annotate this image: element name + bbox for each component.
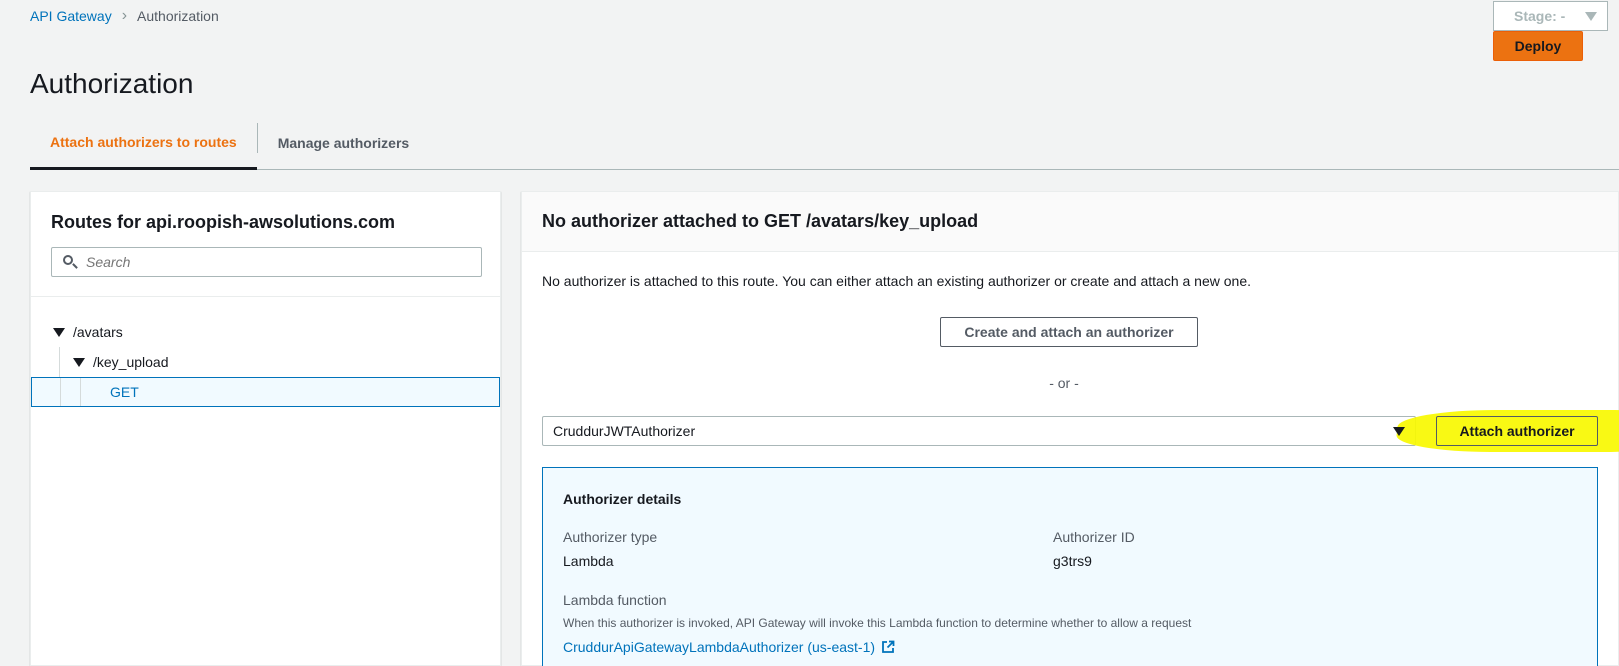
routes-panel-header: Routes for api.roopish-awsolutions.com: [31, 192, 500, 297]
authorizer-type-value: Lambda: [563, 553, 614, 569]
authorizer-select[interactable]: CruddurJWTAuthorizer: [542, 416, 1416, 446]
authorizer-description: No authorizer is attached to this route.…: [542, 273, 1251, 289]
routes-panel: Routes for api.roopish-awsolutions.com /…: [30, 191, 501, 666]
authorizer-select-value: CruddurJWTAuthorizer: [553, 423, 696, 439]
page-title: Authorization: [30, 68, 194, 99]
routes-tree: /avatars /key_upload GET: [31, 297, 500, 407]
lambda-function-label: Lambda function: [563, 592, 667, 608]
caret-down-icon: [1393, 426, 1405, 436]
chevron-right-icon: ›: [121, 7, 128, 24]
or-separator: - or -: [1049, 375, 1079, 391]
external-link-icon[interactable]: [881, 640, 895, 654]
authorizer-details-box: Authorizer details Authorizer type Lambd…: [542, 467, 1598, 666]
authorizer-panel-title: No authorizer attached to GET /avatars/k…: [542, 211, 979, 231]
routes-title: Routes for api.roopish-awsolutions.com: [51, 212, 396, 232]
search-input[interactable]: [86, 254, 466, 270]
authorizer-id-value: g3trs9: [1053, 553, 1092, 569]
tree-item-label: /avatars: [73, 324, 123, 340]
deploy-button[interactable]: Deploy: [1493, 31, 1583, 61]
breadcrumb: API Gateway › Authorization: [30, 7, 219, 25]
caret-down-icon: [1585, 11, 1597, 21]
attach-authorizer-button[interactable]: Attach authorizer: [1436, 416, 1598, 446]
tab-manage-authorizers[interactable]: Manage authorizers: [258, 116, 429, 170]
stage-select-label: Stage: -: [1514, 8, 1566, 24]
routes-search[interactable]: [51, 247, 482, 277]
authorizer-type-label: Authorizer type: [563, 529, 658, 545]
tree-item-get[interactable]: GET: [31, 377, 500, 407]
tree-item-key-upload[interactable]: /key_upload: [31, 347, 500, 377]
authorizer-panel-header: No authorizer attached to GET /avatars/k…: [522, 192, 1618, 252]
authorizer-details-title: Authorizer details: [563, 491, 682, 507]
lambda-function-link[interactable]: CruddurApiGatewayLambdaAuthorizer (us-ea…: [563, 639, 895, 655]
stage-select[interactable]: Stage: -: [1493, 1, 1608, 31]
lambda-function-link-text[interactable]: CruddurApiGatewayLambdaAuthorizer (us-ea…: [563, 639, 875, 655]
search-icon: [62, 254, 78, 270]
authorizer-id-label: Authorizer ID: [1053, 529, 1135, 545]
tree-item-label: /key_upload: [93, 354, 169, 370]
create-authorizer-button[interactable]: Create and attach an authorizer: [940, 317, 1198, 347]
tree-item-label: GET: [110, 384, 139, 400]
lambda-function-hint: When this authorizer is invoked, API Gat…: [563, 616, 1192, 630]
breadcrumb-api-gateway-link[interactable]: API Gateway: [30, 8, 112, 24]
tab-attach-authorizers[interactable]: Attach authorizers to routes: [30, 116, 257, 170]
tab-bar: Attach authorizers to routes Manage auth…: [30, 116, 1619, 170]
caret-down-icon[interactable]: [53, 327, 65, 337]
tree-item-avatars[interactable]: /avatars: [31, 317, 500, 347]
caret-down-icon[interactable]: [73, 357, 85, 367]
authorizer-panel: No authorizer attached to GET /avatars/k…: [521, 191, 1619, 666]
breadcrumb-current: Authorization: [137, 8, 219, 24]
